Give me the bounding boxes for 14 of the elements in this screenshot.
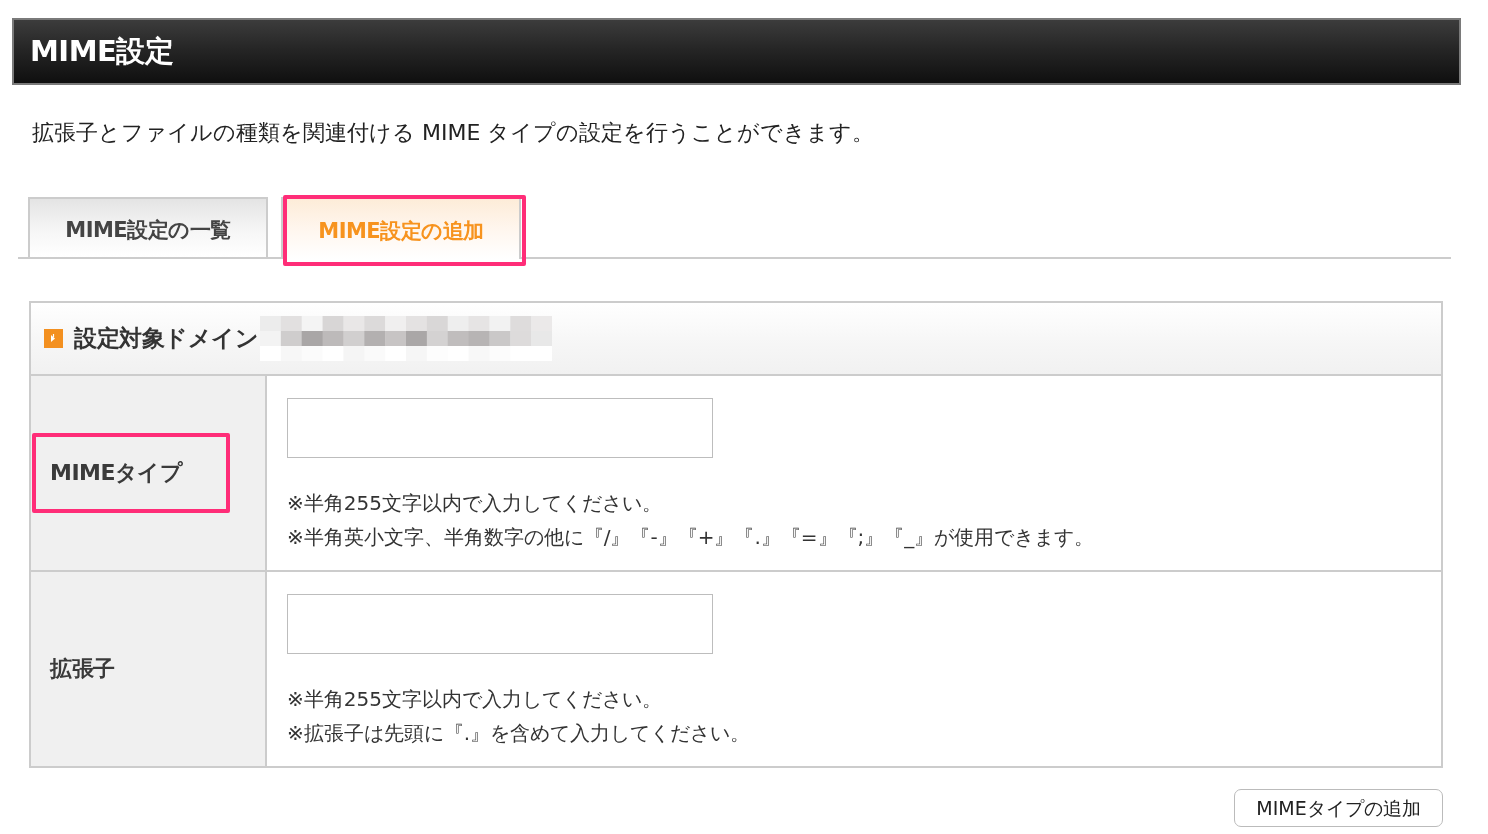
input-field[interactable] [287, 398, 713, 458]
tab[interactable]: MIME設定の一覧 [28, 197, 268, 257]
hint-text: ※拡張子は先頭に『.』を含めて入力してください。 [287, 720, 751, 747]
add-button[interactable]: MIMEタイプの追加 [1234, 789, 1443, 827]
field-label: MIMEタイプ [50, 459, 183, 487]
panel-heading: 設定対象ドメイン [74, 324, 258, 353]
page-title: MIME設定 [30, 32, 174, 70]
hint-text: ※半角255文字以内で入力してください。 [287, 490, 662, 517]
hint-text: ※半角255文字以内で入力してください。 [287, 686, 662, 713]
hint-text: ※半角英小文字、半角数字の他に『/』『-』『+』『.』『=』『;』『_』が使用できます。 [287, 524, 1095, 551]
description-text: 拡張子とファイルの種類を関連付ける MIME タイプの設定を行うことができます。 [32, 119, 875, 147]
field-label: 拡張子 [50, 655, 115, 683]
input-field[interactable] [287, 594, 713, 654]
square-bullet-icon [44, 329, 63, 348]
